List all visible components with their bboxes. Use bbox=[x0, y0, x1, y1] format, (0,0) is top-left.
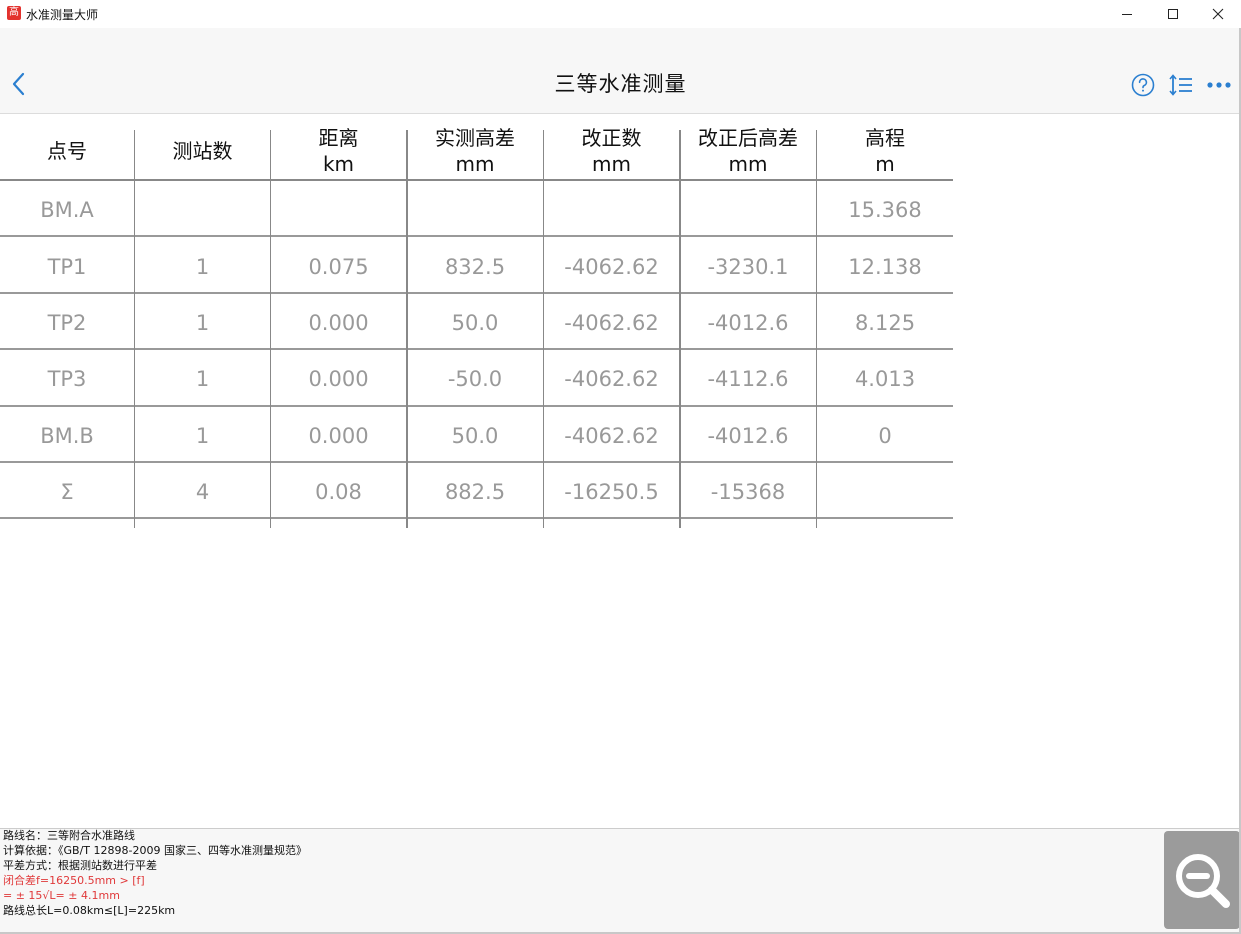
calc-basis: 计算依据：《GB/T 12898-2009 国家三、四等水准测量规范》 bbox=[3, 844, 307, 857]
table-header: 点号 测站数 距离 km 实测高差 mm 改正数 mm 改正后高差 mm 高程 m bbox=[0, 114, 953, 181]
app-logo-icon: 高 bbox=[7, 6, 21, 20]
table-cell: 0.000 bbox=[308, 423, 369, 448]
table-cell: -4062.62 bbox=[564, 423, 659, 448]
table-cell: 1 bbox=[195, 423, 210, 448]
table-cell bbox=[271, 181, 406, 235]
table-row[interactable]: TP3 1 0.000 -50.0 -4062.62 -4112.6 4.013 bbox=[0, 350, 953, 407]
table-row[interactable]: TP2 1 0.000 50.0 -4062.62 -4012.6 8.125 bbox=[0, 294, 953, 351]
table-cell: -4112.6 bbox=[707, 367, 789, 392]
column-divider bbox=[270, 130, 271, 528]
zoom-button[interactable] bbox=[1164, 831, 1240, 929]
sort-button[interactable] bbox=[1168, 72, 1194, 98]
column-divider bbox=[134, 130, 135, 528]
page-title: 三等水准测量 bbox=[554, 72, 687, 96]
table-cell bbox=[407, 181, 543, 235]
table-cell: BM.A bbox=[40, 198, 94, 223]
table-row[interactable]: TP1 1 0.075 832.5 -4062.62 -3230.1 12.13… bbox=[0, 237, 953, 294]
route-total-length: 路线总长L=0.08km≤[L]=225km bbox=[3, 904, 176, 917]
column-divider bbox=[406, 130, 408, 528]
table-cell: TP2 bbox=[47, 310, 87, 335]
table-cell: Σ bbox=[60, 480, 74, 505]
table-cell: BM.B bbox=[40, 423, 94, 448]
column-header: 距离 km bbox=[318, 125, 359, 176]
maximize-icon bbox=[1168, 9, 1178, 19]
column-header: 实测高差 mm bbox=[435, 125, 515, 176]
adjust-method: 平差方式：根据测站数进行平差 bbox=[3, 859, 157, 872]
help-circle-icon bbox=[1131, 73, 1155, 97]
table-cell bbox=[680, 181, 816, 235]
page-header: 三等水准测量 bbox=[0, 28, 1241, 114]
maximize-button[interactable] bbox=[1150, 0, 1196, 28]
app-window: 高 水准测量大师 三等水准测量 点号 测站数 距离 km 实测高差 mm 改正数… bbox=[0, 0, 1241, 934]
table-cell: 0.000 bbox=[308, 367, 369, 392]
more-button[interactable] bbox=[1205, 72, 1233, 98]
table-cell: -3230.1 bbox=[707, 254, 789, 279]
table-cell bbox=[817, 463, 953, 517]
column-divider bbox=[816, 130, 817, 528]
table-cell: -4062.62 bbox=[564, 254, 659, 279]
table-cell: 8.125 bbox=[854, 310, 916, 335]
table-cell bbox=[135, 181, 270, 235]
table-cell: 50.0 bbox=[451, 310, 499, 335]
zoom-out-icon bbox=[1176, 854, 1230, 908]
closure-tolerance: = ± 15√L= ± 4.1mm bbox=[3, 889, 120, 902]
table-cell: 0.075 bbox=[308, 254, 369, 279]
table-cell: TP1 bbox=[47, 254, 87, 279]
table-cell: 0 bbox=[878, 423, 892, 448]
table-cell: 882.5 bbox=[444, 480, 506, 505]
table-cell: 1 bbox=[195, 367, 210, 392]
closure-error: 闭合差f=16250.5mm > [f] bbox=[3, 874, 145, 887]
table-cell: 1 bbox=[195, 310, 210, 335]
table-cell: -15368 bbox=[710, 480, 786, 505]
close-button[interactable] bbox=[1195, 0, 1241, 28]
title-bar: 高 水准测量大师 bbox=[0, 0, 1241, 28]
table-cell: -50.0 bbox=[447, 367, 503, 392]
sort-lines-icon bbox=[1169, 74, 1192, 96]
close-icon bbox=[1212, 8, 1224, 20]
table-cell bbox=[544, 181, 679, 235]
table-cell: 12.138 bbox=[848, 254, 922, 279]
minimize-button[interactable] bbox=[1104, 0, 1150, 28]
more-dots-icon bbox=[1207, 82, 1231, 88]
column-header: 改正数 mm bbox=[581, 125, 642, 176]
help-button[interactable] bbox=[1131, 72, 1155, 98]
table-cell: -4012.6 bbox=[707, 423, 789, 448]
table-cell: -4062.62 bbox=[564, 367, 659, 392]
table-cell: -4012.6 bbox=[707, 310, 789, 335]
table-cell: 50.0 bbox=[451, 423, 499, 448]
column-header: 改正后高差 mm bbox=[698, 125, 798, 176]
table-cell: 0.08 bbox=[315, 480, 362, 505]
table-cell: 4 bbox=[195, 480, 210, 505]
table-row[interactable]: BM.A 15.368 bbox=[0, 181, 953, 238]
column-divider bbox=[543, 130, 544, 528]
table-cell: 832.5 bbox=[444, 254, 506, 279]
column-header: 点号 bbox=[47, 138, 87, 163]
table-cell: 1 bbox=[195, 254, 210, 279]
minimize-icon bbox=[1122, 14, 1132, 15]
window-title: 水准测量大师 bbox=[26, 8, 99, 22]
leveling-table: 点号 测站数 距离 km 实测高差 mm 改正数 mm 改正后高差 mm 高程 m BM.… bbox=[0, 114, 953, 528]
table-cell: -4062.62 bbox=[564, 310, 659, 335]
table-row[interactable]: BM.B 1 0.000 50.0 -4062.62 -4012.6 0 bbox=[0, 407, 953, 463]
table-row-sum[interactable]: Σ 4 0.08 882.5 -16250.5 -15368 bbox=[0, 463, 953, 520]
adjustment-info-panel: 路线名：三等附合水准路线 计算依据：《GB/T 12898-2009 国家三、四… bbox=[0, 828, 1241, 934]
column-header: 高程 m bbox=[865, 125, 905, 176]
table-cell: 15.368 bbox=[848, 198, 922, 223]
table-cell: 4.013 bbox=[854, 367, 916, 392]
column-divider bbox=[679, 130, 681, 528]
table-cell: TP3 bbox=[47, 367, 87, 392]
table-cell: -16250.5 bbox=[564, 480, 659, 505]
table-cell: 0.000 bbox=[308, 310, 369, 335]
column-header: 测站数 bbox=[172, 138, 233, 163]
route-name: 路线名：三等附合水准路线 bbox=[3, 829, 135, 842]
